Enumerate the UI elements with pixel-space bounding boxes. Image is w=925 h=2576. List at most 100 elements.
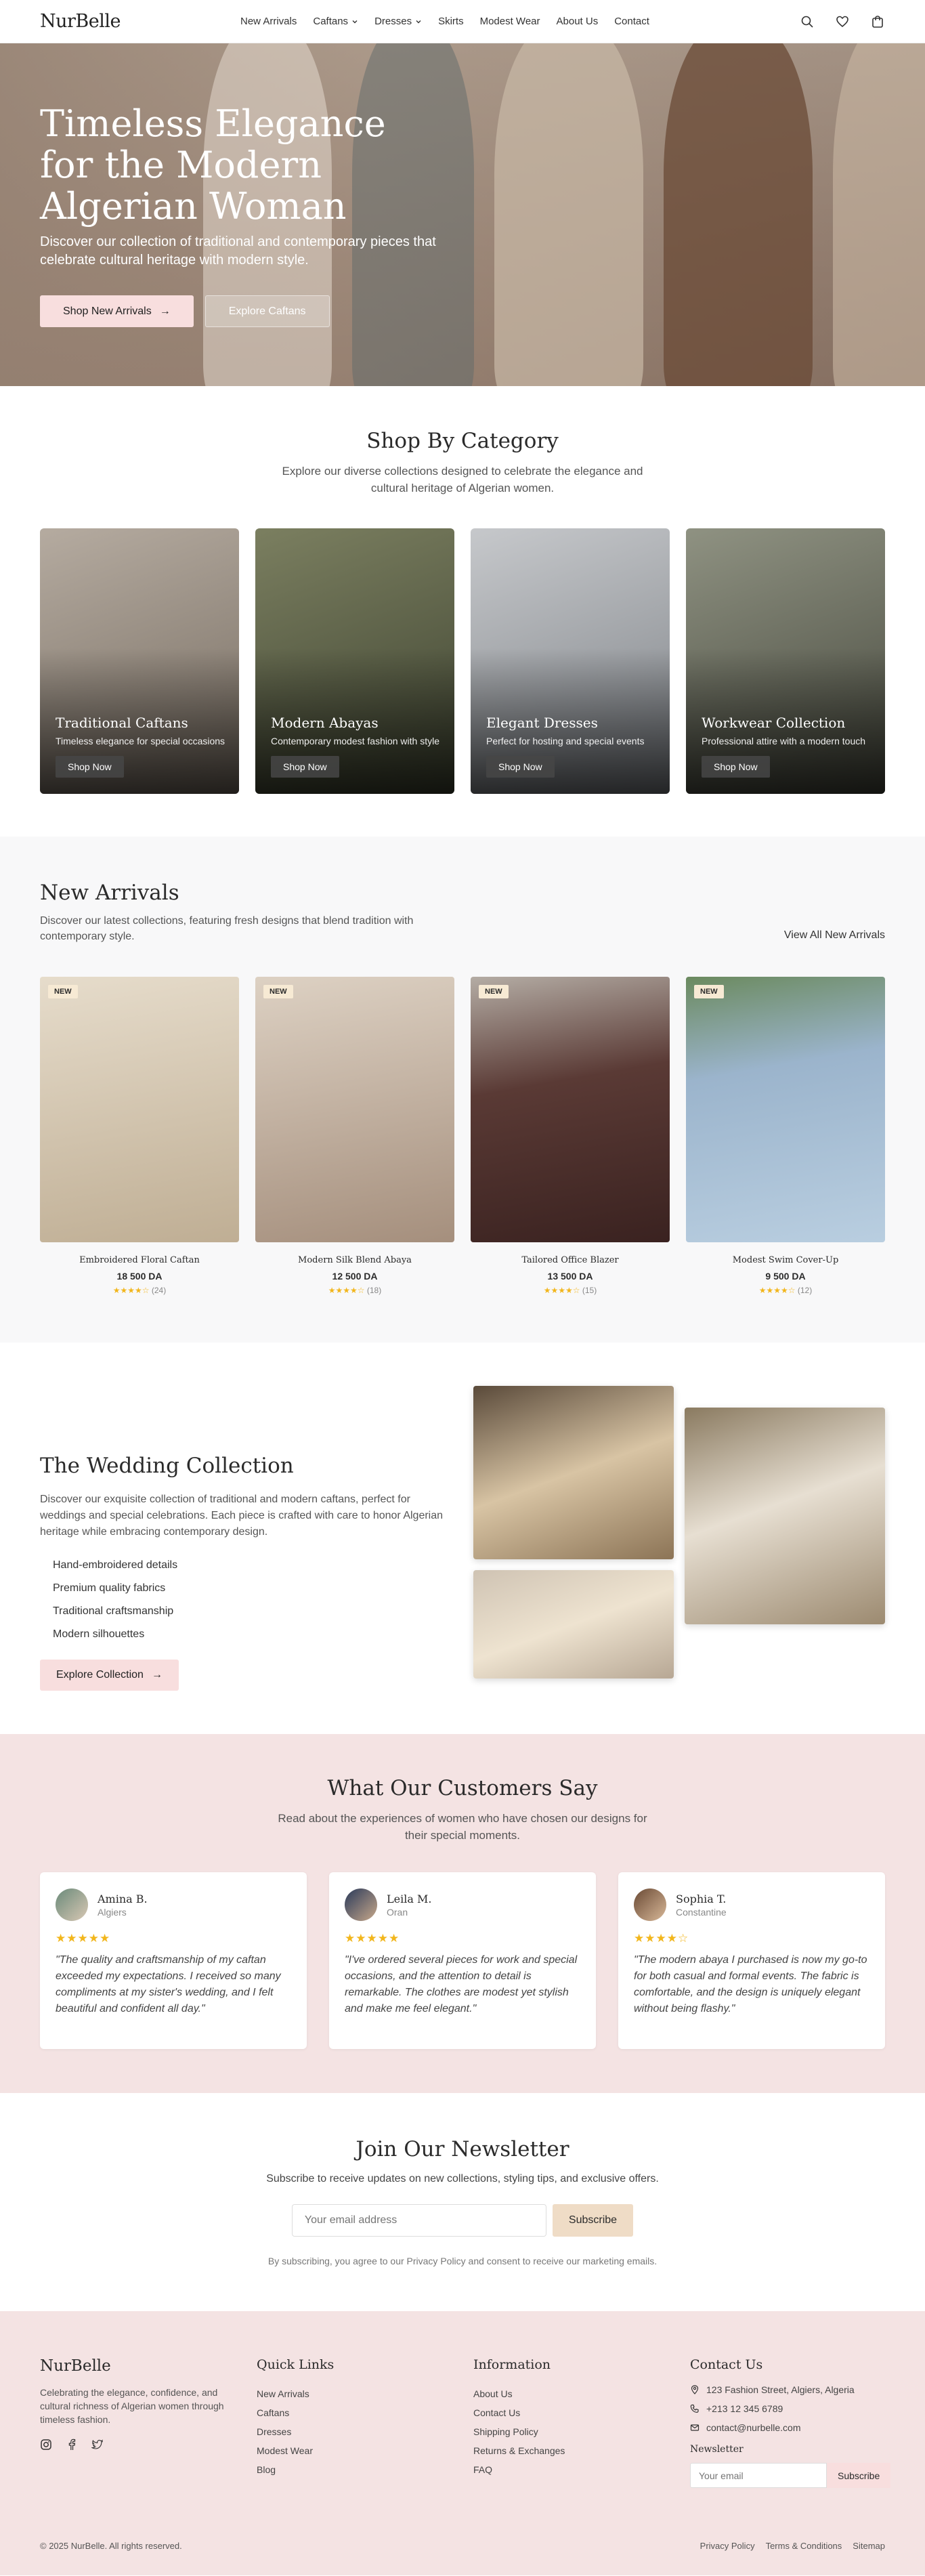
- product-card[interactable]: NEW Modest Swim Cover-Up 9 500 DA ★★★★☆ …: [686, 977, 885, 1295]
- category-card[interactable]: Modern Abayas Contemporary modest fashio…: [255, 528, 454, 794]
- newsletter-form: Subscribe: [40, 2204, 885, 2237]
- product-image[interactable]: NEW: [40, 977, 239, 1242]
- sitemap-link[interactable]: Sitemap: [853, 2541, 885, 2551]
- product-name[interactable]: Modern Silk Blend Abaya: [255, 1255, 454, 1265]
- new-badge: NEW: [48, 985, 78, 998]
- nav-contact[interactable]: Contact: [614, 16, 649, 27]
- rating-stars: ★★★★☆: [634, 1932, 689, 1945]
- instagram-icon[interactable]: [40, 2438, 52, 2451]
- explore-caftans-button[interactable]: Explore Caftans: [205, 295, 330, 327]
- column-title: Quick Links: [257, 2357, 335, 2372]
- category-card[interactable]: Workwear Collection Professional attire …: [686, 528, 885, 794]
- wedding-collection: The Wedding Collection Discover our exqu…: [0, 1343, 925, 1734]
- footer-link[interactable]: Returns & Exchanges: [473, 2441, 690, 2460]
- testimonial-quote: "I've ordered several pieces for work an…: [345, 1954, 578, 2014]
- shop-now-button[interactable]: Shop Now: [56, 756, 124, 778]
- hero-title: Timeless Elegance for the Modern Algeria…: [40, 102, 386, 228]
- card-info: Elegant Dresses Perfect for hosting and …: [486, 715, 658, 778]
- contact-text: contact@nurbelle.com: [706, 2422, 801, 2433]
- footer: NurBelle Celebrating the elegance, confi…: [0, 2311, 925, 2575]
- footer-quick-links: Quick Links New Arrivals Caftans Dresses…: [257, 2357, 473, 2488]
- product-card[interactable]: NEW Tailored Office Blazer 13 500 DA ★★★…: [471, 977, 670, 1295]
- section-title: What Our Customers Say: [327, 1776, 598, 1800]
- feature-item: Hand-embroidered details: [53, 1559, 178, 1571]
- facebook-icon[interactable]: [66, 2438, 78, 2451]
- rating-stars: ★★★★★: [345, 1932, 400, 1945]
- nav-modest-wear[interactable]: Modest Wear: [480, 16, 540, 27]
- nav-dresses[interactable]: Dresses: [374, 16, 422, 27]
- shop-now-button[interactable]: Shop Now: [702, 756, 770, 778]
- category-card[interactable]: Traditional Caftans Timeless elegance fo…: [40, 528, 239, 794]
- section-title: Join Our Newsletter: [356, 2137, 569, 2161]
- card-info: Modern Abayas Contemporary modest fashio…: [271, 715, 442, 778]
- footer-link[interactable]: Dresses: [257, 2422, 473, 2441]
- logo[interactable]: NurBelle: [40, 11, 121, 32]
- search-icon[interactable]: [800, 14, 815, 29]
- feature-item: Traditional craftsmanship: [53, 1605, 174, 1617]
- wedding-desc: Discover our exquisite collection of tra…: [40, 1494, 444, 1538]
- button-label: Explore Collection: [56, 1669, 144, 1681]
- footer-link[interactable]: Caftans: [257, 2403, 473, 2422]
- product-name[interactable]: Embroidered Floral Caftan: [40, 1255, 239, 1265]
- product-name[interactable]: Modest Swim Cover-Up: [686, 1255, 885, 1265]
- footer-link[interactable]: FAQ: [473, 2460, 690, 2479]
- product-name[interactable]: Tailored Office Blazer: [471, 1255, 670, 1265]
- subscribe-button[interactable]: Subscribe: [552, 2204, 634, 2237]
- testimonial-quote: "The quality and craftsmanship of my caf…: [56, 1954, 281, 2014]
- newsletter: Join Our Newsletter Subscribe to receive…: [0, 2093, 925, 2311]
- nav-skirts[interactable]: Skirts: [438, 16, 464, 27]
- nav-about-us[interactable]: About Us: [557, 16, 599, 27]
- twitter-icon[interactable]: [91, 2438, 104, 2451]
- email-input[interactable]: [291, 2204, 546, 2237]
- product-image[interactable]: NEW: [686, 977, 885, 1242]
- product-card[interactable]: NEW Embroidered Floral Caftan 18 500 DA …: [40, 977, 239, 1295]
- nav-caftans[interactable]: Caftans: [313, 16, 358, 27]
- footer-link[interactable]: Shipping Policy: [473, 2422, 690, 2441]
- section-subtitle: Discover our latest collections, featuri…: [40, 915, 414, 942]
- view-all-link[interactable]: View All New Arrivals: [784, 929, 885, 942]
- review-count: (12): [797, 1286, 813, 1295]
- footer-link[interactable]: New Arrivals: [257, 2384, 473, 2403]
- contact-text: 123 Fashion Street, Algiers, Algeria: [706, 2384, 855, 2395]
- footer-link[interactable]: Blog: [257, 2460, 473, 2479]
- contact-phone[interactable]: +213 12 345 6789: [690, 2399, 885, 2418]
- category-grid: Traditional Caftans Timeless elegance fo…: [40, 528, 885, 794]
- cart-icon[interactable]: [870, 14, 885, 29]
- newsletter-label: Newsletter: [690, 2444, 744, 2455]
- phone-icon: [690, 2404, 699, 2413]
- contact-text: +213 12 345 6789: [706, 2403, 783, 2414]
- footer-subscribe-button[interactable]: Subscribe: [827, 2463, 891, 2488]
- privacy-policy-link[interactable]: Privacy Policy: [700, 2541, 755, 2551]
- link-list: New Arrivals Caftans Dresses Modest Wear…: [257, 2384, 473, 2479]
- footer-link[interactable]: Modest Wear: [257, 2441, 473, 2460]
- footer-link[interactable]: Contact Us: [473, 2403, 690, 2422]
- category-card[interactable]: Elegant Dresses Perfect for hosting and …: [471, 528, 670, 794]
- shop-now-button[interactable]: Shop Now: [271, 756, 339, 778]
- card-info: Traditional Caftans Timeless elegance fo…: [56, 715, 227, 778]
- footer-link[interactable]: About Us: [473, 2384, 690, 2403]
- product-rating: ★★★★☆ (18): [255, 1286, 454, 1295]
- terms-link[interactable]: Terms & Conditions: [766, 2541, 842, 2551]
- footer-logo[interactable]: NurBelle: [40, 2357, 257, 2375]
- avatar: [345, 1888, 377, 1921]
- product-image[interactable]: NEW: [255, 977, 454, 1242]
- nav-new-arrivals[interactable]: New Arrivals: [240, 16, 297, 27]
- heart-icon[interactable]: [835, 14, 850, 29]
- footer-desc: Celebrating the elegance, confidence, an…: [40, 2387, 224, 2425]
- contact-email[interactable]: contact@nurbelle.com: [690, 2418, 885, 2437]
- product-image[interactable]: NEW: [471, 977, 670, 1242]
- footer-columns: NurBelle Celebrating the elegance, confi…: [40, 2357, 891, 2488]
- reviewer-name: Amina B.: [98, 1892, 148, 1905]
- shop-new-arrivals-button[interactable]: Shop New Arrivals →: [40, 295, 194, 327]
- footer-email-input[interactable]: [690, 2463, 827, 2488]
- feature-item: Modern silhouettes: [53, 1628, 145, 1640]
- explore-collection-button[interactable]: Explore Collection →: [40, 1660, 179, 1691]
- arrow-right-icon: →: [151, 1669, 163, 1681]
- footer-bottom: © 2025 NurBelle. All rights reserved. Pr…: [40, 2541, 885, 2551]
- category-desc: Timeless elegance for special occasions: [56, 736, 225, 746]
- product-card[interactable]: NEW Modern Silk Blend Abaya 12 500 DA ★★…: [255, 977, 454, 1295]
- nav-links: New Arrivals Caftans Dresses Skirts Mode…: [240, 16, 649, 27]
- shop-now-button[interactable]: Shop Now: [486, 756, 555, 778]
- product-rating: ★★★★☆ (24): [40, 1286, 239, 1295]
- footer-newsletter-form: Subscribe: [690, 2463, 891, 2488]
